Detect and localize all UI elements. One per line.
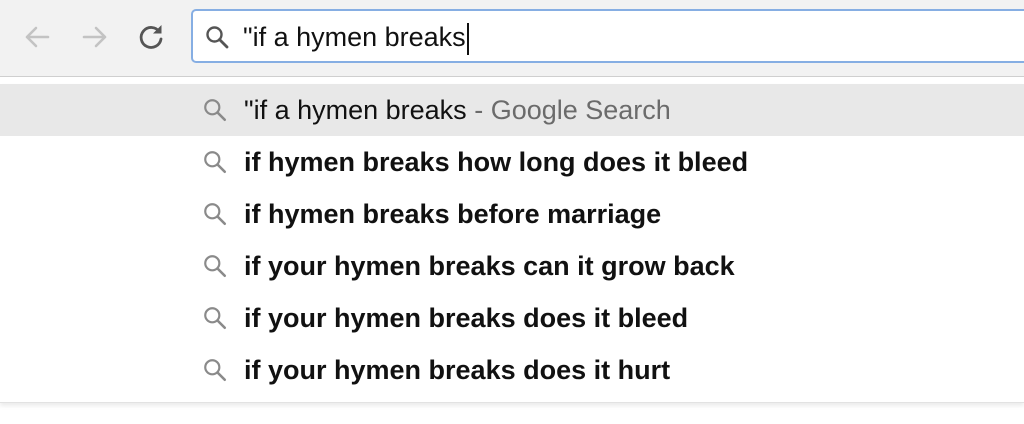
address-bar[interactable]: "if a hymen breaks (191, 9, 1024, 63)
suggestion-row[interactable]: if hymen breaks before marriage (0, 188, 1024, 240)
suggestion-separator: - (466, 95, 491, 125)
search-icon (204, 151, 227, 174)
forward-arrow-icon (82, 26, 107, 48)
text-cursor (466, 22, 469, 55)
suggestion-row[interactable]: if hymen breaks how long does it bleed (0, 136, 1024, 188)
suggestion-row[interactable]: if your hymen breaks does it hurt (0, 344, 1024, 396)
search-icon (204, 99, 227, 122)
reload-button[interactable] (134, 20, 168, 54)
suggestion-text: if hymen breaks how long does it bleed (244, 147, 749, 177)
search-icon (206, 26, 229, 49)
suggestion-text: "if a hymen breaks - Google Search (244, 90, 671, 130)
search-icon (204, 255, 227, 278)
suggestion-text: if your hymen breaks does it bleed (244, 303, 689, 333)
back-button[interactable] (20, 20, 54, 54)
suggestion-row[interactable]: if your hymen breaks does it bleed (0, 292, 1024, 344)
back-arrow-icon (25, 26, 50, 48)
search-icon (204, 307, 227, 330)
suggestion-row[interactable]: if your hymen breaks can it grow back (0, 240, 1024, 292)
search-icon (204, 203, 227, 226)
suggestion-text: if your hymen breaks does it hurt (244, 355, 671, 385)
suggestion-text: if your hymen breaks can it grow back (244, 251, 735, 281)
reload-icon (139, 25, 163, 49)
suggestion-query: "if a hymen breaks (244, 95, 467, 125)
search-engine-label: Google Search (490, 95, 671, 125)
suggestion-text: if hymen breaks before marriage (244, 199, 662, 229)
address-bar-input[interactable]: "if a hymen breaks (243, 19, 469, 55)
forward-button[interactable] (78, 20, 112, 54)
address-bar-text: "if a hymen breaks (243, 22, 466, 52)
browser-window: "if a hymen breaks "if a hymen breaks - … (0, 0, 1024, 424)
browser-toolbar: "if a hymen breaks (0, 0, 1024, 77)
search-icon (204, 359, 227, 382)
suggestions-dropdown: "if a hymen breaks - Google Search if hy… (0, 84, 1024, 403)
suggestion-row-search[interactable]: "if a hymen breaks - Google Search (0, 84, 1024, 136)
